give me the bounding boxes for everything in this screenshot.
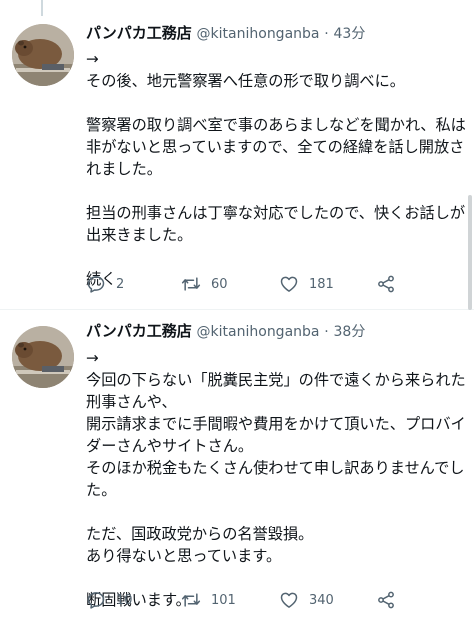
retweet-count: 101 [211, 592, 236, 608]
tweet-text-line: 担当の刑事さんは丁寧な対応でしたので、快くお話しが [86, 204, 466, 222]
tweet-text-line: その後、地元警察署へ任意の形で取り調べに。 [86, 72, 405, 90]
retweet-count: 60 [211, 276, 228, 292]
tweet-timestamp[interactable]: 38分 [334, 324, 366, 340]
author-name[interactable]: パンパカ工務店 [86, 322, 192, 340]
reply-button[interactable]: 2 [86, 272, 124, 296]
header-separator: · [324, 26, 329, 42]
tweet-text-line: れました。 [86, 160, 162, 178]
tweet[interactable]: パンパカ工務店 @kitanihonganba · 38分 → 今回の下らない「… [0, 310, 474, 620]
like-button[interactable]: 181 [279, 272, 334, 296]
reply-icon [87, 276, 105, 293]
avatar-capybara-image [12, 326, 74, 388]
like-button[interactable]: 340 [279, 588, 334, 612]
tweet-timestamp[interactable]: 43分 [334, 26, 366, 42]
heart-icon [280, 276, 298, 292]
tweet-text-line: あり得ないと思っています。 [86, 547, 282, 565]
avatar[interactable] [12, 326, 74, 388]
header-separator: · [324, 324, 329, 340]
heart-icon [280, 592, 298, 608]
reply-count: 10 [116, 592, 133, 608]
share-icon [378, 591, 394, 609]
avatar[interactable] [12, 24, 74, 86]
avatar-capybara-image [12, 24, 74, 86]
tweet-text-line: 警察署の取り調べ室で事のあらましなどを聞かれ、私は [86, 116, 466, 134]
reply-count: 2 [116, 276, 125, 292]
retweet-button[interactable]: 60 [181, 272, 228, 296]
tweet-text: → その後、地元警察署へ任意の形で取り調べに。 警察署の取り調べ室で事のあらまし… [86, 48, 466, 290]
tweet-header: パンパカ工務店 @kitanihonganba · 38分 [86, 320, 365, 342]
tweet-actions: 10 101 340 [86, 588, 406, 612]
share-button[interactable] [376, 272, 396, 296]
tweet-actions: 2 60 181 [86, 272, 406, 296]
share-button[interactable] [376, 588, 396, 612]
tweet-header: パンパカ工務店 @kitanihonganba · 43分 [86, 22, 365, 44]
retweet-button[interactable]: 101 [181, 588, 236, 612]
tweet-text-line: た。 [86, 481, 117, 499]
tweet[interactable]: パンパカ工務店 @kitanihonganba · 43分 → その後、地元警察… [0, 0, 474, 310]
tweet-text: → 今回の下らない「脱糞民主党」の件で遠くから来られた 刑事さんや、 開示請求ま… [86, 347, 466, 611]
tweet-text-line: 刑事さんや、 [86, 393, 177, 411]
tweet-text-line: ダーさんやサイトさん。 [86, 437, 254, 455]
reply-button[interactable]: 10 [86, 588, 133, 612]
retweet-icon [181, 593, 201, 607]
author-handle[interactable]: @kitanihonganba [197, 324, 320, 340]
tweet-text-line: 出来きました。 [86, 226, 193, 244]
retweet-icon [181, 277, 201, 291]
author-handle[interactable]: @kitanihonganba [197, 26, 320, 42]
scrollbar-thumb[interactable] [468, 195, 472, 310]
like-count: 340 [309, 592, 334, 608]
tweet-text-line: 非がないと思っていますので、全ての経緯を話し開放さ [86, 138, 465, 156]
reply-icon [87, 592, 105, 609]
tweet-text-line: そのほか税金もたくさん使わせて申し訳ありませんでし [86, 459, 465, 477]
tweet-text-line: 開示請求までに手間暇や費用をかけて頂いた、プロバイ [86, 415, 466, 433]
tweet-text-line: → [86, 50, 99, 68]
tweet-text-line: → [86, 349, 99, 367]
author-name[interactable]: パンパカ工務店 [86, 24, 192, 42]
share-icon [378, 275, 394, 293]
tweet-text-line: 今回の下らない「脱糞民主党」の件で遠くから来られた [86, 371, 466, 389]
tweet-text-line: ただ、国政政党からの名誉毀損。 [86, 525, 314, 543]
like-count: 181 [309, 276, 334, 292]
